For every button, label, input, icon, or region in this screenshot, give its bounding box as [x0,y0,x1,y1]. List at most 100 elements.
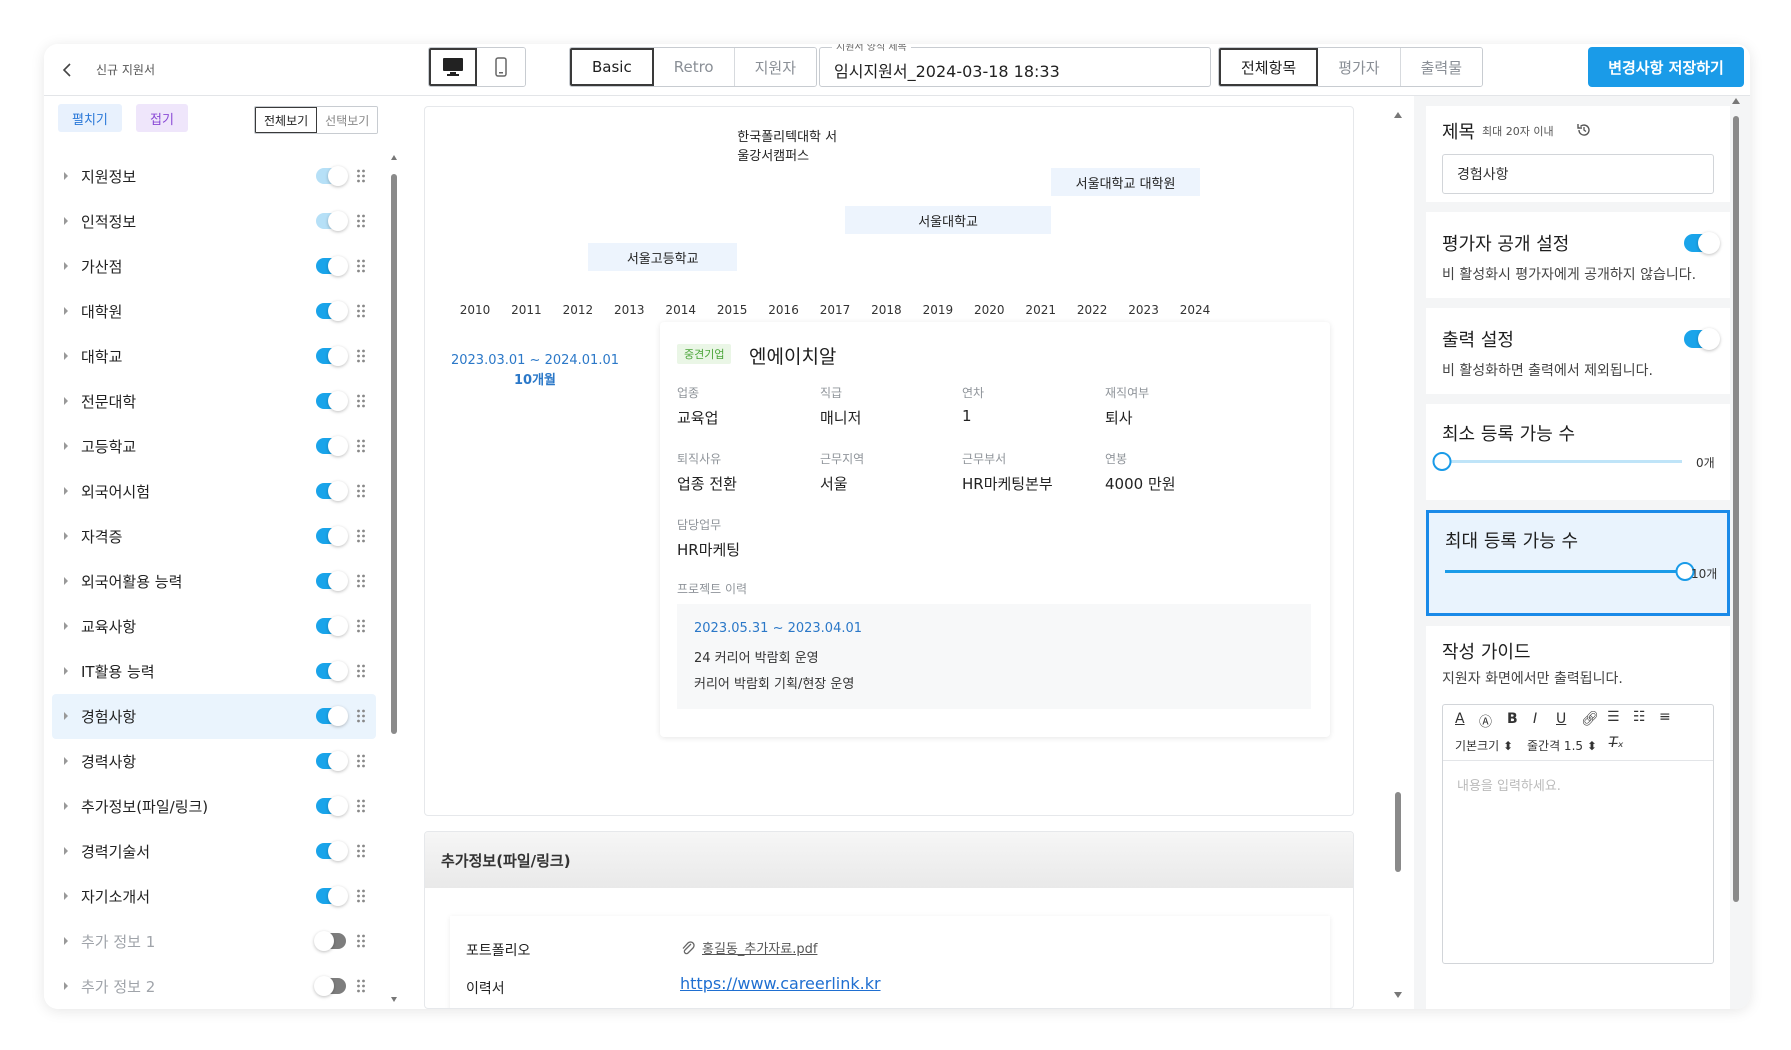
caret-right-icon[interactable] [62,847,70,855]
caret-right-icon[interactable] [62,397,70,405]
caret-right-icon[interactable] [62,892,70,900]
form-name-value[interactable]: 임시지원서_2024-03-18 18:33 [834,58,1060,82]
section-item[interactable]: 인적정보 [52,199,376,244]
underline-icon[interactable]: U [1556,711,1566,727]
font-color-icon[interactable]: A [1455,711,1465,727]
caret-right-icon[interactable] [62,982,70,990]
section-visibility-toggle[interactable] [316,211,348,231]
caret-right-icon[interactable] [62,712,70,720]
caret-right-icon[interactable] [62,937,70,945]
section-visibility-toggle[interactable] [316,796,348,816]
section-visibility-toggle[interactable] [316,391,348,411]
drag-handle-icon[interactable] [356,799,366,813]
section-visibility-toggle[interactable] [316,706,348,726]
drag-handle-icon[interactable] [356,439,366,453]
drag-handle-icon[interactable] [356,349,366,363]
italic-icon[interactable]: I [1533,711,1537,727]
drag-handle-icon[interactable] [356,889,366,903]
view-selected-button[interactable]: 선택보기 [317,107,378,133]
back-arrow-icon[interactable] [58,60,78,80]
drag-handle-icon[interactable] [356,979,366,993]
clear-format-icon[interactable]: T̶ₓ [1609,735,1624,751]
section-item[interactable]: 지원정보 [52,154,376,199]
line-height-select[interactable]: 줄간격 1.5 ⬍ [1527,737,1597,754]
tab-evaluator[interactable]: 평가자 [1318,48,1401,86]
section-item[interactable]: 대학원 [52,289,376,334]
drag-handle-icon[interactable] [356,214,366,228]
section-visibility-toggle[interactable] [316,661,348,681]
section-visibility-toggle[interactable] [316,751,348,771]
section-visibility-toggle[interactable] [316,526,348,546]
drag-handle-icon[interactable] [356,844,366,858]
tab-printout[interactable]: 출력물 [1400,48,1483,86]
resume-url-link[interactable]: https://www.careerlink.kr [680,974,881,993]
reset-history-icon[interactable] [1576,122,1592,138]
section-visibility-toggle[interactable] [316,346,348,366]
section-item[interactable]: 자격증 [52,514,376,559]
caret-right-icon[interactable] [62,757,70,765]
section-item[interactable]: 경험사항 [52,694,376,739]
drag-handle-icon[interactable] [356,169,366,183]
caret-right-icon[interactable] [62,577,70,585]
caret-right-icon[interactable] [62,172,70,180]
bold-icon[interactable]: B [1507,711,1518,727]
bullet-list-icon[interactable]: ☷ [1633,709,1646,725]
drag-handle-icon[interactable] [356,754,366,768]
evaluator-visibility-toggle[interactable] [1684,232,1720,254]
section-visibility-toggle[interactable] [316,841,348,861]
drag-handle-icon[interactable] [356,484,366,498]
tab-applicant[interactable]: 지원자 [734,48,816,86]
tab-retro[interactable]: Retro [653,48,735,86]
section-visibility-toggle[interactable] [316,886,348,906]
section-visibility-toggle[interactable] [316,301,348,321]
section-item[interactable]: 추가 정보 2 [52,964,376,1009]
section-visibility-toggle[interactable] [314,976,346,996]
section-visibility-toggle[interactable] [316,256,348,276]
caret-right-icon[interactable] [62,622,70,630]
drag-handle-icon[interactable] [356,574,366,588]
section-visibility-toggle[interactable] [316,481,348,501]
collapse-all-button[interactable]: 접기 [136,104,188,132]
caret-right-icon[interactable] [62,487,70,495]
drag-handle-icon[interactable] [356,709,366,723]
section-item[interactable]: 전문대학 [52,379,376,424]
drag-handle-icon[interactable] [356,529,366,543]
portfolio-file-link[interactable]: 홍길동_추가자료.pdf [702,942,817,957]
section-item[interactable]: 가산점 [52,244,376,289]
caret-right-icon[interactable] [62,532,70,540]
caret-right-icon[interactable] [62,352,70,360]
caret-right-icon[interactable] [62,217,70,225]
title-input[interactable]: 경험사항 [1442,154,1714,194]
print-settings-toggle[interactable] [1684,328,1720,350]
form-name-field[interactable]: 지원서 양식 제목 임시지원서_2024-03-18 18:33 [819,44,1211,87]
ordered-list-icon[interactable]: ☰ [1607,709,1620,725]
caret-right-icon[interactable] [62,262,70,270]
caret-right-icon[interactable] [62,667,70,675]
section-visibility-toggle[interactable] [316,571,348,591]
settings-scrollbar[interactable] [1730,96,1742,1006]
mobile-view-button[interactable] [477,48,525,86]
tab-basic[interactable]: Basic [570,48,654,86]
section-visibility-toggle[interactable] [316,166,348,186]
section-item[interactable]: 추가정보(파일/링크) [52,784,376,829]
editor-content-area[interactable]: 내용을 입력하세요. [1457,775,1561,794]
section-item[interactable]: 고등학교 [52,424,376,469]
section-item[interactable]: 대학교 [52,334,376,379]
section-item[interactable]: 외국어활용 능력 [52,559,376,604]
section-item[interactable]: 경력기술서 [52,829,376,874]
desktop-view-button[interactable] [429,48,477,86]
tab-all-items[interactable]: 전체항목 [1219,48,1319,86]
caret-right-icon[interactable] [62,802,70,810]
section-item[interactable]: IT활용 능력 [52,649,376,694]
section-item[interactable]: 자기소개서 [52,874,376,919]
preview-scrollbar[interactable] [1393,110,1403,1000]
caret-right-icon[interactable] [62,307,70,315]
drag-handle-icon[interactable] [356,259,366,273]
section-item[interactable]: 추가 정보 1 [52,919,376,964]
section-item[interactable]: 교육사항 [52,604,376,649]
drag-handle-icon[interactable] [356,304,366,318]
caret-right-icon[interactable] [62,442,70,450]
align-icon[interactable]: ≡ [1659,709,1671,725]
min-count-slider-knob[interactable] [1432,452,1452,471]
font-size-select[interactable]: 기본크기 ⬍ [1455,737,1513,754]
